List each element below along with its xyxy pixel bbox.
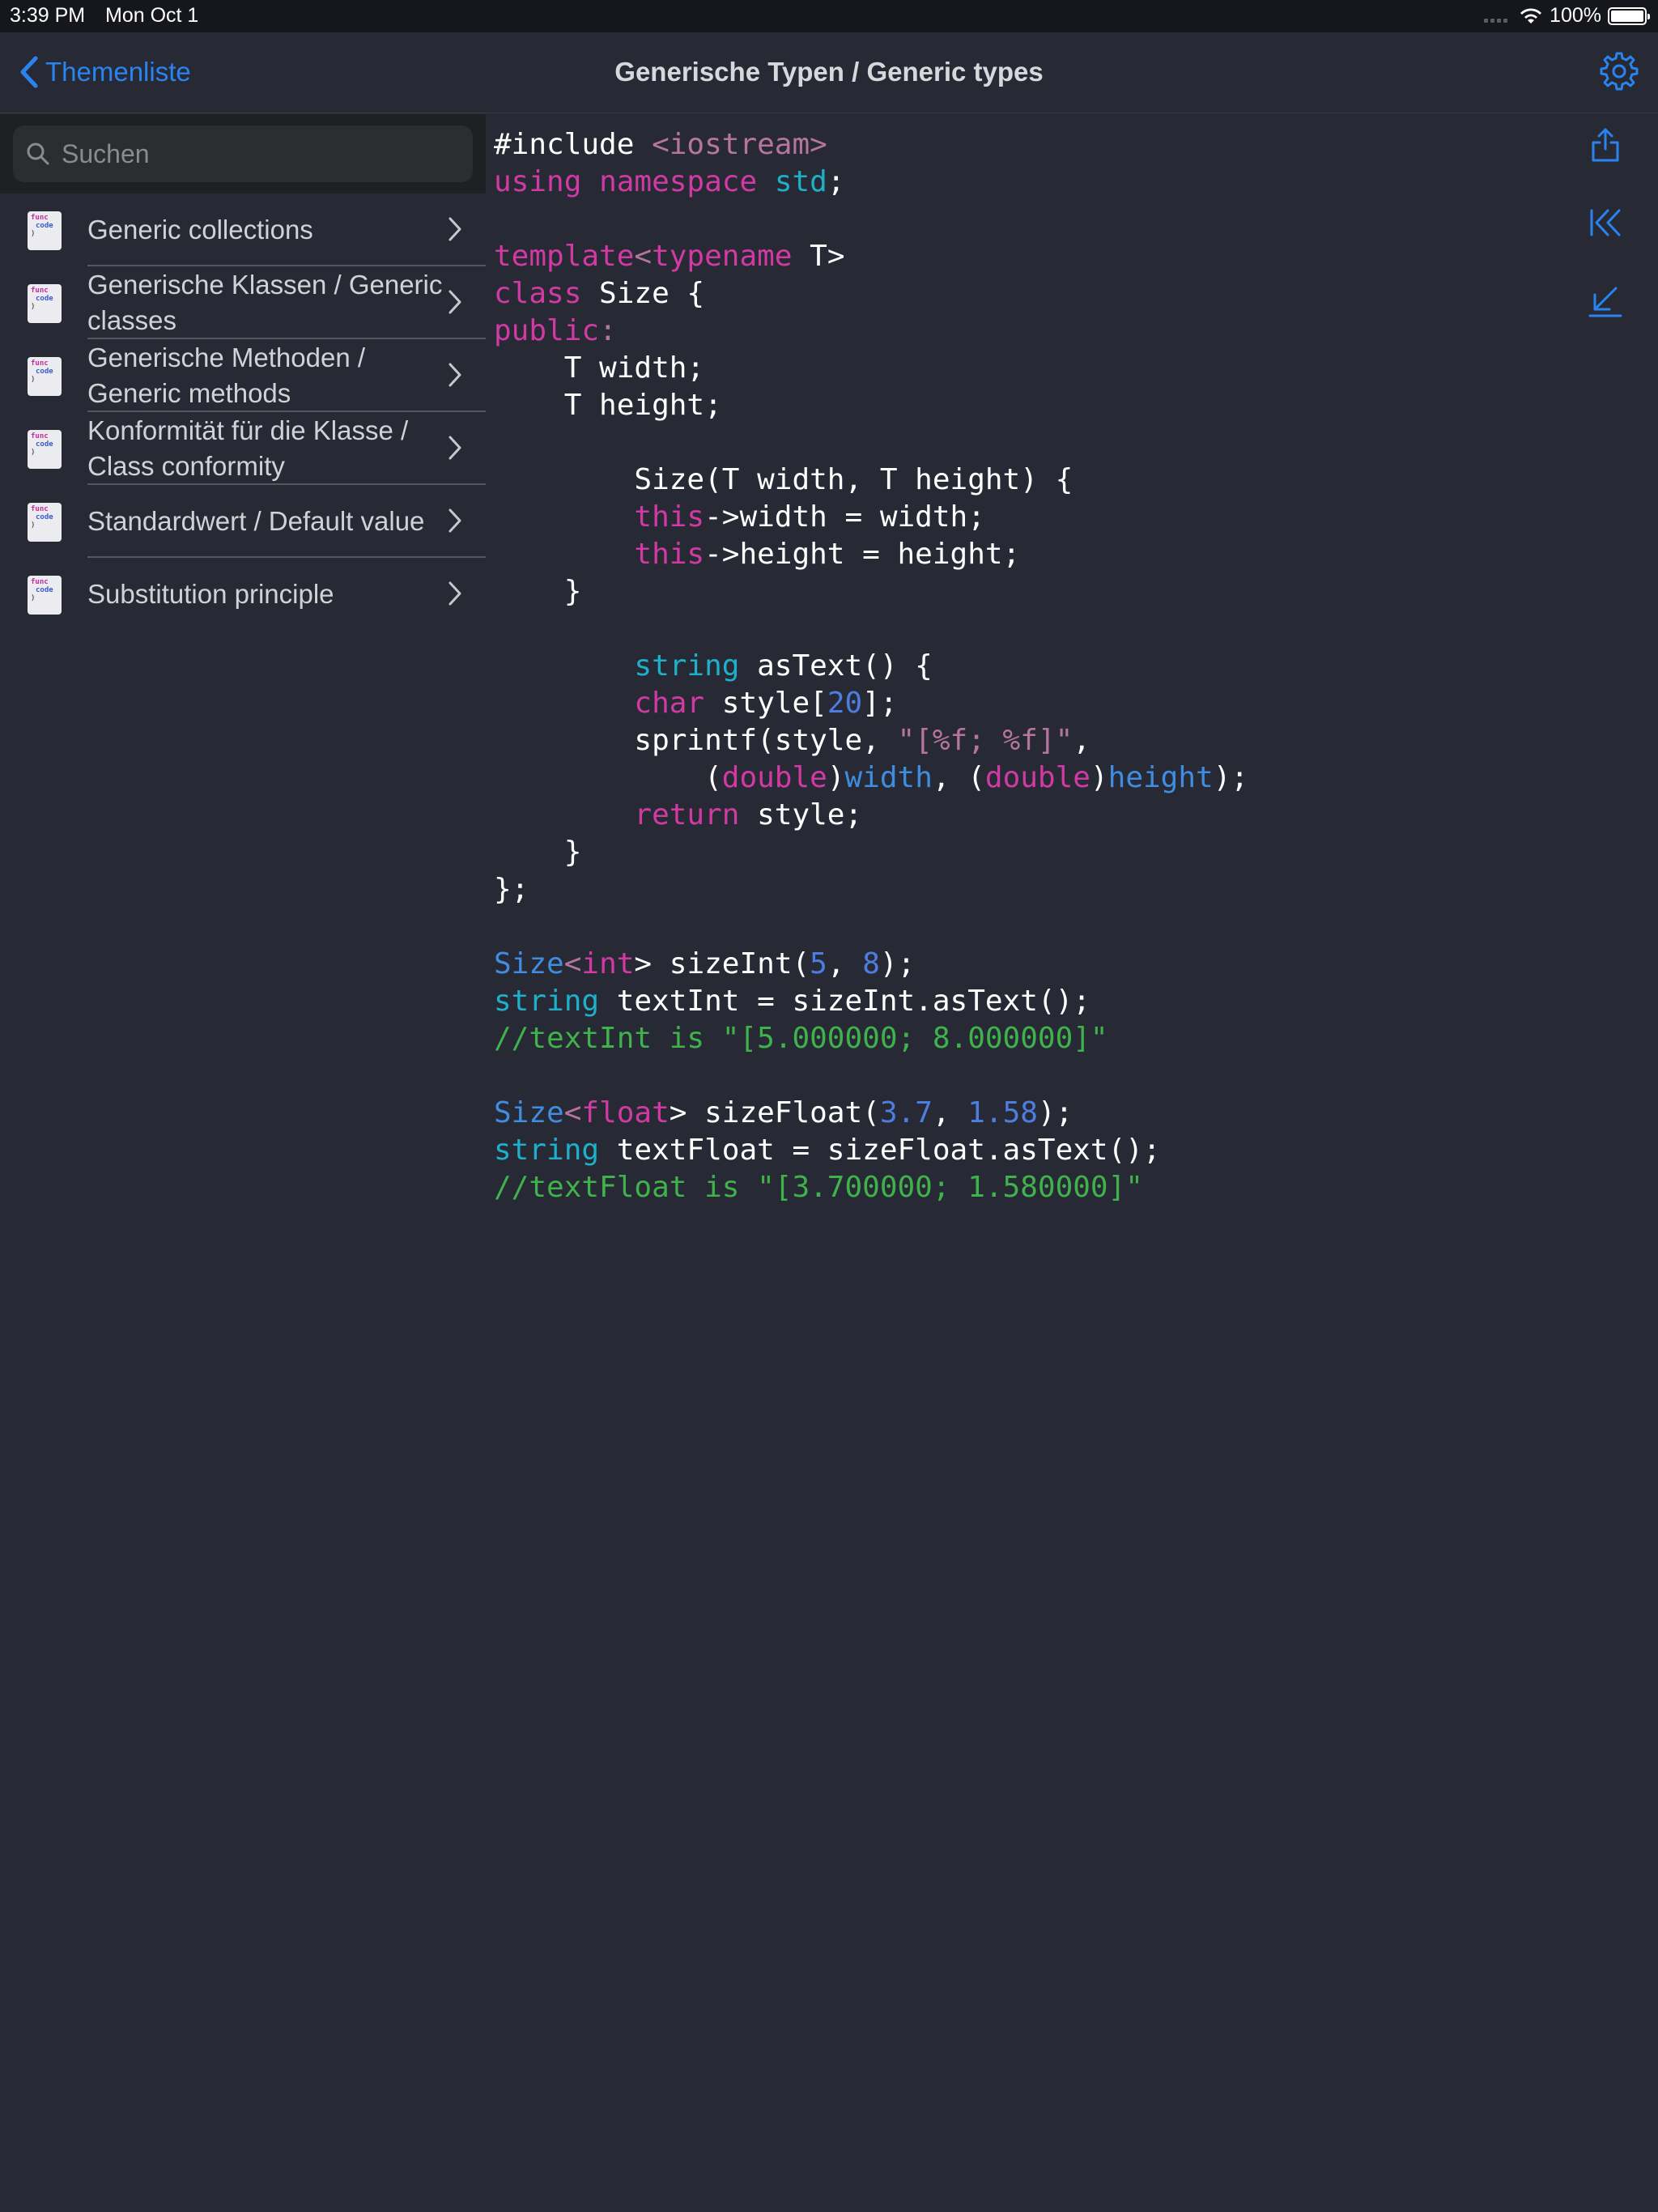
list-item-label: Standardwert / Default value [87,506,425,536]
code-line: } [494,575,582,608]
search-field[interactable] [13,125,473,182]
status-date: Mon Oct 1 [105,4,199,27]
code-line: //textInt is "[5.000000; 8.000000]" [494,1022,1108,1055]
list-item[interactable]: func code) Substitution principle [0,558,486,631]
code-line: public: [494,314,617,347]
code-line: string asText() { [634,649,933,683]
search-input[interactable] [60,138,449,170]
code-line: string textInt = sizeInt.asText(); [494,985,1090,1018]
list-item[interactable]: func code) Generische Methoden / Generic m… [0,339,486,412]
code-file-icon: func code) [28,357,62,396]
code-line: return style; [634,798,863,832]
list-item[interactable]: func code) Generic collections [0,194,486,266]
skip-to-start-icon[interactable] [1587,204,1624,241]
code-line: Size<float> sizeFloat(3.7, 1.58); [494,1096,1073,1129]
code-line: T width; [494,351,705,385]
status-bar: 3:39 PM Mon Oct 1 100% [0,0,1658,32]
chevron-right-icon [449,290,461,314]
share-icon[interactable] [1587,126,1624,164]
code-line: using namespace std; [494,165,845,198]
navigation-bar: Themenliste Generische Typen / Generic t… [0,32,1658,113]
code-file-icon: func code) [28,430,62,469]
wifi-icon [1520,7,1542,23]
list-item[interactable]: func code) Konformität für die Klasse / Cl… [0,412,486,485]
code-line: Size(T width, T height) { [494,463,1073,496]
code-file-icon: func code) [28,503,62,542]
list-item-label: Generische Klassen / Generic classes [87,270,443,335]
chevron-right-icon [449,436,461,460]
cellular-signal-icon [1484,8,1508,24]
battery-percent: 100% [1550,4,1601,27]
sidebar: funccode) Generic collections funccode) Gen… [0,114,486,2212]
chevron-right-icon [449,363,461,387]
code-line: Size<int> sizeInt(5, 8); [494,947,916,981]
search-bar-container [0,114,486,194]
code-line: #include <iostream> [494,128,827,161]
code-line: this->height = height; [634,538,1021,571]
chevron-right-icon [449,217,461,241]
code-line: char style[20]; [634,687,898,720]
arrow-down-left-icon[interactable] [1587,282,1624,319]
chevron-right-icon [449,581,461,606]
code-line: (double)width, (double)height); [494,761,1249,794]
code-line: sprintf(style, "[%f; %f]", [494,724,1090,757]
list-item[interactable]: func code) Standardwert / Default value [0,485,486,558]
code-line: class Size { [494,277,705,310]
chevron-right-icon [449,508,461,533]
code-file-icon: func code) [28,211,62,250]
code-line: this->width = width; [634,500,985,534]
list-item-label: Generische Methoden / Generic methods [87,342,366,408]
code-line: string textFloat = sizeFloat.asText(); [494,1134,1161,1167]
status-right: 100% [1484,4,1650,28]
search-icon [27,143,49,165]
code-line: T height; [494,389,722,422]
code-line: //textFloat is "[3.700000; 1.580000]" [494,1171,1143,1204]
code-line: } [494,836,582,869]
page-title: Generische Typen / Generic types [614,57,1044,87]
code-line: template<typename T> [494,240,845,273]
status-time: 3:39 PM [10,4,86,27]
topic-list: func code) Generic collections func code) Gen… [0,194,486,631]
list-item-label: Substitution principle [87,579,334,609]
code-line: }; [494,873,529,906]
battery-icon [1608,6,1650,25]
code-file-icon: func code) [28,576,62,615]
code-view: #include <iostream> using namespace std; t… [494,126,1546,1206]
list-item-label: Generic collections [87,215,313,245]
gear-icon[interactable] [1598,50,1640,92]
code-file-icon: func code) [28,284,62,323]
list-item[interactable]: func code) Generische Klassen / Generic cl… [0,266,486,339]
list-item-label: Konformität für die Klasse / Class confo… [87,415,409,481]
